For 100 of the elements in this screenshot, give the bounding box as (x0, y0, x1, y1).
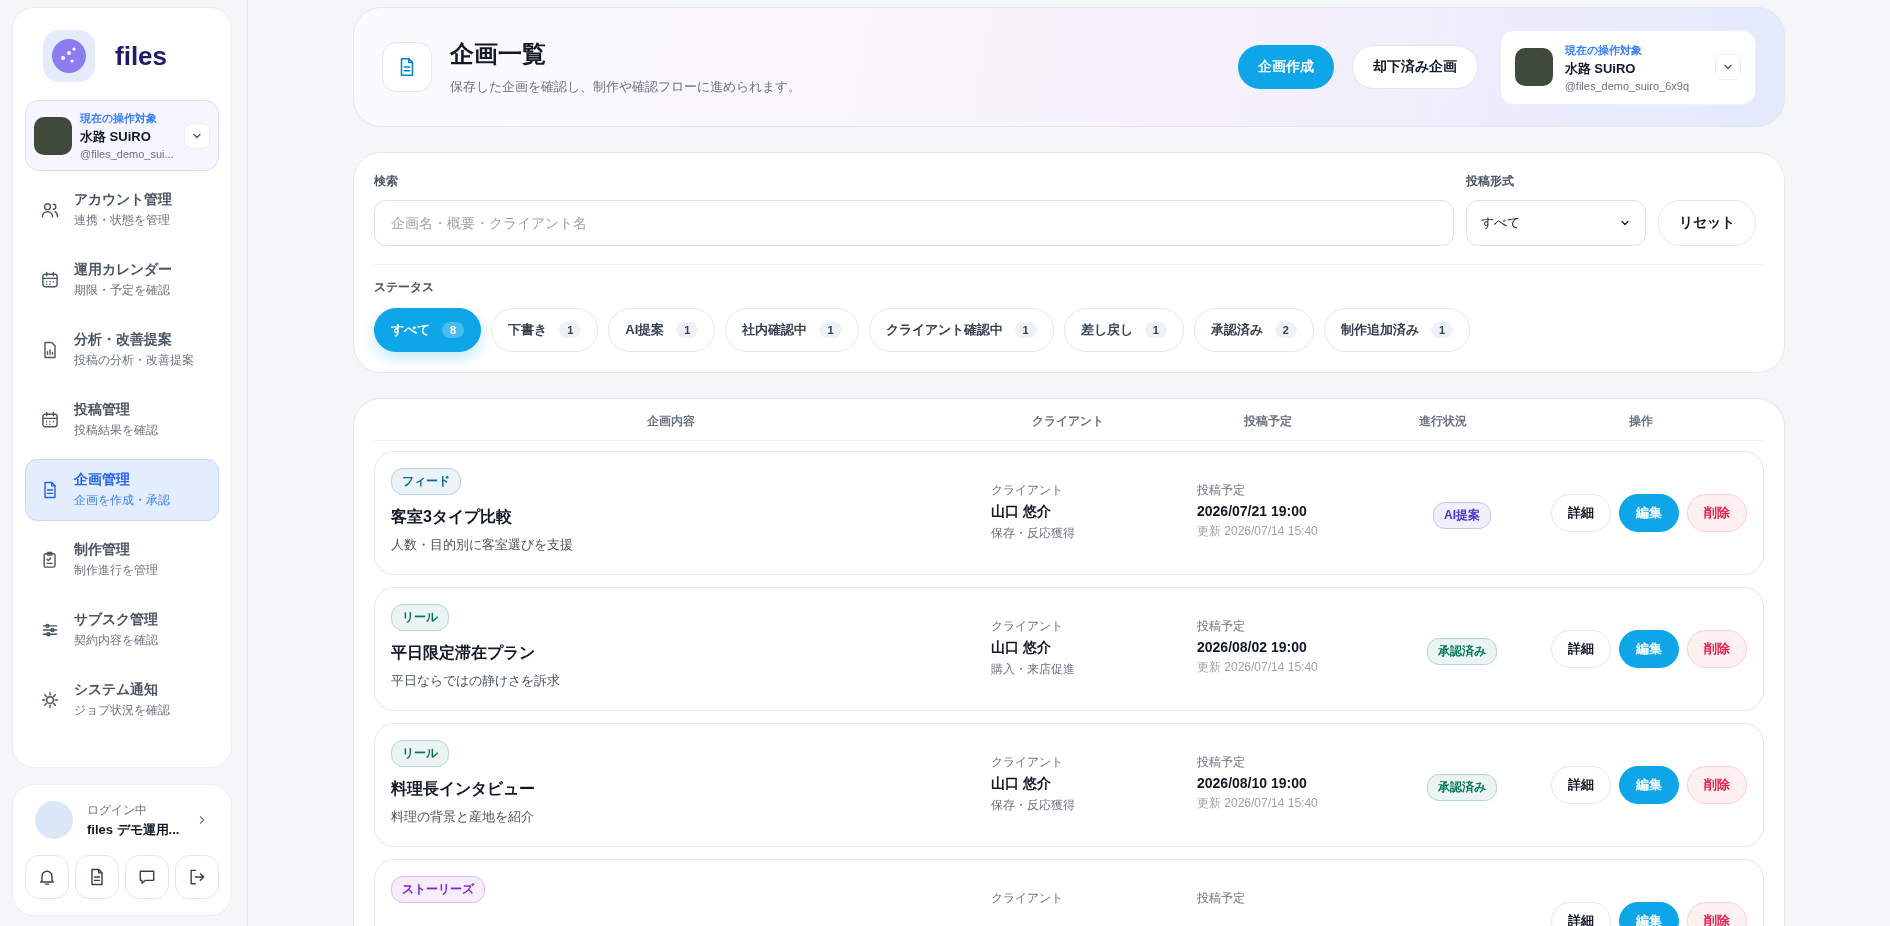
sidebar-item[interactable]: アカウント管理 連携・状態を管理 (25, 179, 219, 241)
plan-summary: 平日ならではの静けさを訴求 (391, 672, 560, 690)
format-tag: フィード (391, 468, 461, 495)
format-tag: リール (391, 740, 449, 767)
search-field[interactable]: 企画名・概要・クライアント名 (374, 200, 1454, 246)
delete-button[interactable]: 削除 (1687, 766, 1747, 804)
count-badge: 1 (1014, 322, 1037, 338)
sidebar-item-title: アカウント管理 (74, 191, 172, 209)
details-button[interactable]: 詳細 (1551, 766, 1611, 804)
format-dropdown[interactable]: すべて (1466, 200, 1646, 246)
logout-button[interactable] (175, 855, 219, 899)
sidebar-item[interactable]: サブスク管理 契約内容を確認 (25, 599, 219, 661)
account-switcher[interactable]: 現在の操作対象 水路 SUiRO @files_demo_suiro_6x9q (1499, 29, 1756, 105)
plan-summary: 料理の背景と産地を紹介 (391, 808, 534, 826)
date-label: 投稿予定 (1197, 890, 1246, 907)
sidebar-item-title: サブスク管理 (74, 611, 158, 629)
post-date: 2026/08/02 19:00 (1197, 639, 1308, 655)
plan-title: 料理長インタビュー (391, 779, 535, 799)
sidebar-item-title: 運用カレンダー (74, 261, 172, 279)
client-name: 山口 悠介 (991, 503, 1052, 521)
delete-button[interactable]: 削除 (1687, 494, 1747, 532)
count-badge: 1 (819, 322, 842, 338)
status-badge: AI提案 (1433, 502, 1491, 529)
plan-summary: 人数・目的別に客室選びを支援 (391, 536, 573, 554)
avatar (35, 801, 73, 839)
goal-text: 購入・来店促進 (991, 661, 1076, 678)
status-filter-chip[interactable]: クライアント確認中 1 (868, 308, 1054, 352)
goal-text: 保存・反応獲得 (991, 525, 1076, 542)
sidebar-item-title: 制作管理 (74, 541, 131, 559)
sidebar-item-title: 分析・改善提案 (74, 331, 173, 349)
chat-bubble-icon (137, 867, 157, 887)
count-badge: 1 (1430, 322, 1453, 338)
client-label: クライアント (991, 618, 1064, 635)
client-name: 山口 悠介 (991, 639, 1052, 657)
photo-placeholder (1514, 48, 1553, 86)
gear-icon (40, 690, 60, 710)
status-filter-chip[interactable]: 社内確認中 1 (725, 308, 859, 352)
count-badge: 1 (1144, 322, 1167, 338)
client-label: クライアント (991, 482, 1064, 499)
count-badge: 2 (1274, 322, 1297, 338)
format-tag: リール (391, 604, 449, 631)
client-label: クライアント (991, 754, 1064, 771)
status-filter-chip[interactable]: 下書き 1 (491, 308, 599, 352)
sidebar-item-subtitle: 投稿結果を確認 (74, 422, 158, 439)
status-filter-chip[interactable]: 承認済み 2 (1193, 308, 1314, 352)
sidebar-item-subtitle: 連携・状態を管理 (74, 212, 171, 229)
sidebar-item[interactable]: 分析・改善提案 投稿の分析・改善提案 (25, 319, 219, 381)
sidebar-item-subtitle: 企画を作成・承認 (74, 492, 170, 509)
plan-title: 平日限定滞在プラン (391, 643, 535, 663)
format-tag: ストーリーズ (391, 876, 485, 903)
search-label: 検索 (374, 173, 399, 190)
sidebar-item[interactable]: 制作管理 制作進行を管理 (25, 529, 219, 591)
sidebar-item-title: 企画管理 (74, 471, 131, 489)
sidebar-item[interactable]: 企画管理 企画を作成・承認 (25, 459, 219, 521)
logout-icon (187, 867, 207, 887)
post-date: 2026/08/10 19:00 (1197, 775, 1308, 791)
users-icon (40, 200, 60, 220)
page-title: 企画一覧 (450, 39, 547, 69)
status-filter-chip[interactable]: 差し戻し 1 (1063, 308, 1184, 352)
count-badge: 1 (676, 322, 699, 338)
sidebar-item-title: 投稿管理 (74, 401, 131, 419)
column-header: 投稿予定 (1243, 413, 1293, 430)
date-label: 投稿予定 (1197, 482, 1246, 499)
column-header: 操作 (1628, 413, 1654, 430)
reset-button[interactable]: リセット (1658, 200, 1756, 246)
photo-placeholder (34, 116, 72, 155)
sidebar-item-subtitle: 期限・予定を確認 (74, 282, 171, 299)
client-label: クライアント (991, 890, 1064, 907)
details-button[interactable]: 詳細 (1551, 494, 1611, 532)
goal-text: 保存・反応獲得 (991, 797, 1076, 814)
logo-text: files (115, 40, 168, 72)
details-button[interactable]: 詳細 (1551, 630, 1611, 668)
sidebar-item[interactable]: 運用カレンダー 期限・予定を確認 (25, 249, 219, 311)
status-filter-chip[interactable]: 制作追加済み 1 (1323, 308, 1470, 352)
user-menu[interactable]: ログイン中 files デモ運用... (25, 801, 219, 839)
date-label: 投稿予定 (1197, 618, 1246, 635)
chat-button[interactable] (125, 855, 169, 899)
status-badge: 承認済み (1427, 774, 1497, 801)
status-filter-chip[interactable]: AI提案 1 (608, 308, 716, 352)
delete-button[interactable]: 削除 (1687, 630, 1747, 668)
calendar-icon (40, 410, 60, 430)
sidebar-item[interactable]: 投稿管理 投稿結果を確認 (25, 389, 219, 451)
column-header: 企画内容 (646, 413, 696, 430)
calendar-icon (40, 270, 60, 290)
account-name: 水路 SUiRO (1564, 59, 1637, 78)
format-label: 投稿形式 (1466, 173, 1515, 190)
rejected-plans-button[interactable]: 却下済み企画 (1351, 45, 1478, 89)
count-badge: 8 (442, 322, 465, 338)
user-name: files デモ運用... (87, 820, 181, 839)
bell-button[interactable] (25, 855, 69, 899)
logo-icon (52, 39, 86, 73)
sidebar-item-title: システム通知 (74, 681, 159, 699)
login-label: ログイン中 (87, 801, 148, 819)
doc-button[interactable] (75, 855, 119, 899)
account-label: 現在の操作対象 (80, 111, 158, 126)
sidebar-item-subtitle: 契約内容を確認 (74, 632, 158, 649)
sidebar-item[interactable]: システム通知 ジョブ状況を確認 (25, 669, 219, 731)
account-switcher[interactable]: 現在の操作対象 水路 SUiRO @files_demo_sui... (25, 100, 219, 171)
account-name: 水路 SUiRO (80, 128, 152, 146)
updated-date: 更新 2026/07/14 15:40 (1197, 795, 1319, 812)
